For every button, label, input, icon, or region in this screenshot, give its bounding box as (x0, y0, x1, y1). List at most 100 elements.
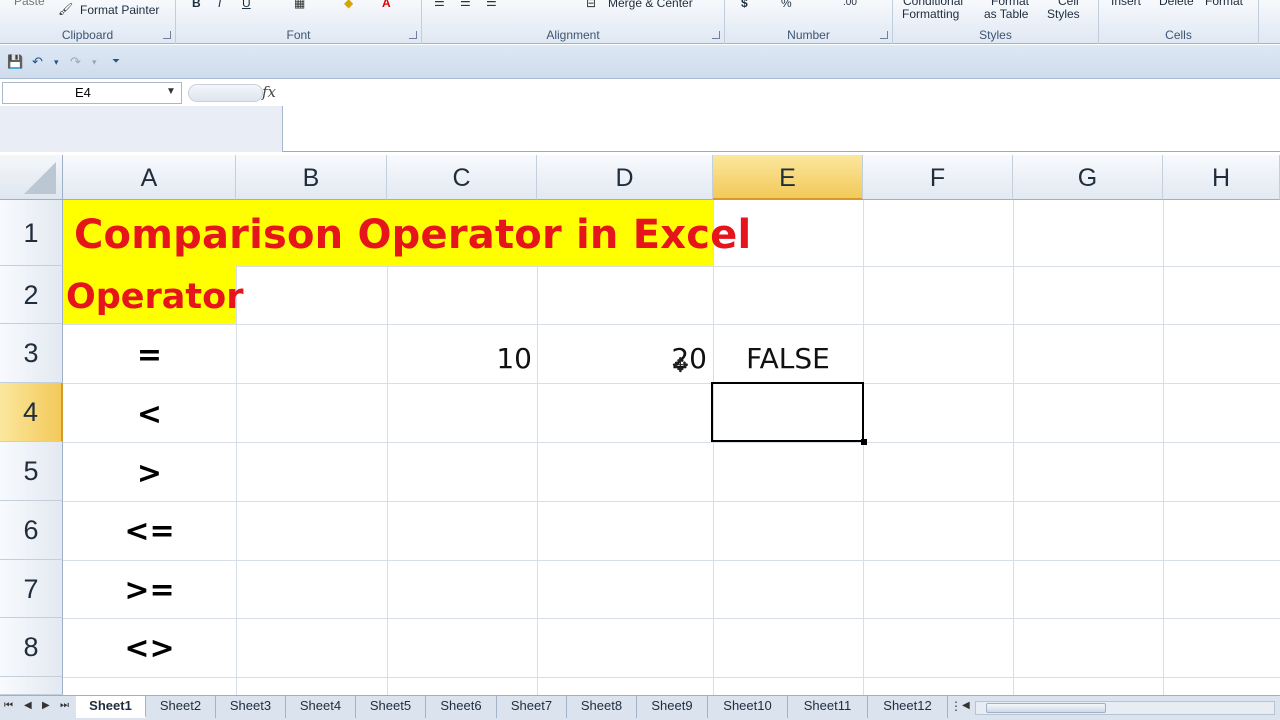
row-header-5[interactable]: 5 (0, 442, 63, 501)
fill-handle[interactable] (861, 439, 867, 445)
select-all-corner[interactable] (0, 155, 63, 200)
sheet-tab-5[interactable]: Sheet5 (356, 696, 426, 718)
styles-group-label: Styles (979, 28, 1012, 42)
row-header-8[interactable]: 8 (0, 618, 63, 677)
row-header-1[interactable]: 1 (0, 200, 63, 266)
sheet-tab-7[interactable]: Sheet7 (497, 696, 567, 718)
column-header-e[interactable]: E (713, 155, 863, 200)
save-icon[interactable]: 💾 (7, 54, 23, 70)
align-left-icon[interactable]: ☰ (434, 0, 445, 9)
italic-button[interactable]: I (218, 0, 221, 10)
row-header-7[interactable]: 7 (0, 560, 63, 618)
format-cells-button[interactable]: Format (1205, 0, 1243, 8)
first-sheet-icon[interactable]: ⏮ (4, 700, 13, 711)
sheet-tab-6[interactable]: Sheet6 (426, 696, 497, 718)
alignment-launcher-icon[interactable] (712, 31, 720, 39)
cell-a8[interactable]: <> (63, 631, 236, 666)
horizontal-scrollbar-thumb[interactable] (986, 703, 1106, 713)
column-header-a[interactable]: A (63, 155, 236, 200)
row-header-6[interactable]: 6 (0, 501, 63, 560)
sheet-tab-2[interactable]: Sheet2 (146, 696, 216, 718)
redo-dropdown-icon[interactable]: ▾ (92, 57, 97, 68)
clipboard-group: Paste 🖌 Format Painter Clipboard (0, 0, 176, 44)
formula-bar: E4 ▼ fx (0, 80, 1280, 152)
currency-button[interactable]: $ (741, 0, 748, 10)
mouse-cursor-icon: ✥ (672, 355, 689, 377)
insert-function-icon[interactable]: fx (262, 83, 276, 101)
underline-button[interactable]: U (242, 0, 251, 10)
cell-a7[interactable]: >= (63, 573, 236, 608)
gridline (63, 383, 1280, 384)
decimal-button[interactable]: .00 (843, 0, 857, 8)
gridline (63, 618, 1280, 619)
next-sheet-icon[interactable]: ▶ (42, 700, 50, 711)
gridline (236, 200, 237, 695)
row-header-4[interactable]: 4 (0, 383, 63, 442)
cell-a6[interactable]: <= (63, 514, 236, 549)
font-launcher-icon[interactable] (409, 31, 417, 39)
row-header-3[interactable]: 3 (0, 324, 63, 383)
fill-color-icon[interactable]: ◆ (344, 0, 353, 10)
cell-a5[interactable]: > (63, 456, 236, 491)
column-header-h[interactable]: H (1163, 155, 1280, 200)
clipboard-launcher-icon[interactable] (163, 31, 171, 39)
column-header-f[interactable]: F (863, 155, 1013, 200)
cell-c3[interactable]: 10 (387, 342, 532, 375)
sheet-tab-10[interactable]: Sheet10 (708, 696, 788, 718)
last-sheet-icon[interactable]: ⏭ (60, 700, 69, 711)
sheet-tab-9[interactable]: Sheet9 (637, 696, 708, 718)
sheet-tab-bar: ⏮ ◀ ▶ ⏭ Sheet1 Sheet2 Sheet3 Sheet4 Shee… (0, 695, 1280, 720)
sheet-tab-4[interactable]: Sheet4 (286, 696, 356, 718)
cells-group-label: Cells (1165, 28, 1192, 42)
insert-button[interactable]: Insert (1111, 0, 1141, 8)
clipboard-group-label: Clipboard (61, 28, 114, 42)
formula-bar-divider (188, 84, 263, 102)
column-header-b[interactable]: B (236, 155, 387, 200)
sheet-tab-8[interactable]: Sheet8 (567, 696, 637, 718)
align-center-icon[interactable]: ☰ (460, 0, 471, 9)
font-group: B I U ▦ ◆ A Font (176, 0, 422, 44)
prev-sheet-icon[interactable]: ◀ (24, 700, 32, 711)
format-as-table-label: as Table (984, 7, 1029, 21)
horizontal-scrollbar[interactable] (975, 701, 1275, 715)
merge-center-button[interactable]: Merge & Center (608, 0, 693, 10)
formula-input[interactable] (284, 82, 1274, 150)
cell-a3[interactable]: = (63, 338, 236, 373)
sheet-tab-11[interactable]: Sheet11 (788, 696, 868, 718)
number-launcher-icon[interactable] (880, 31, 888, 39)
sheet-tab-1[interactable]: Sheet1 (76, 696, 146, 718)
cell-a2-text: Operator (66, 277, 244, 317)
tab-splitter-icon[interactable]: ⋮ (950, 699, 962, 713)
gridline (63, 501, 1280, 502)
undo-dropdown-icon[interactable]: ▾ (54, 57, 59, 68)
scroll-left-icon[interactable]: ◀ (962, 700, 970, 711)
undo-icon[interactable]: ↶ (32, 54, 43, 70)
cell-e3[interactable]: FALSE (713, 342, 863, 375)
format-painter-icon: 🖌 (58, 2, 74, 16)
gridline (713, 200, 714, 695)
align-right-icon[interactable]: ☰ (486, 0, 497, 9)
bold-button[interactable]: B (192, 0, 201, 10)
percent-button[interactable]: % (781, 0, 792, 10)
borders-icon[interactable]: ▦ (294, 0, 305, 10)
row-header-2[interactable]: 2 (0, 266, 63, 324)
column-header-c[interactable]: C (387, 155, 537, 200)
format-painter-button[interactable]: Format Painter (80, 3, 159, 17)
row-header-9[interactable] (0, 677, 63, 695)
sheet-tab-12[interactable]: Sheet12 (868, 696, 948, 718)
quick-access-toolbar: 💾 ↶ ▾ ↷ ▾ ⏷ (0, 45, 1280, 79)
paste-button[interactable]: Paste (14, 0, 45, 8)
column-header-d[interactable]: D (537, 155, 713, 200)
active-cell-selection[interactable] (711, 382, 867, 445)
name-box-dropdown-icon[interactable]: ▼ (166, 86, 176, 97)
sheet-tab-3[interactable]: Sheet3 (216, 696, 286, 718)
number-group: $ % .00 Number (725, 0, 893, 44)
redo-icon[interactable]: ↷ (70, 54, 81, 70)
customize-toolbar-icon[interactable]: ⏷ (112, 56, 120, 67)
delete-button[interactable]: Delete (1159, 0, 1194, 8)
name-box[interactable]: E4 (2, 82, 182, 104)
gridline (63, 266, 1280, 267)
cell-a4[interactable]: < (63, 397, 236, 432)
font-color-button[interactable]: A (382, 0, 391, 10)
column-header-g[interactable]: G (1013, 155, 1163, 200)
